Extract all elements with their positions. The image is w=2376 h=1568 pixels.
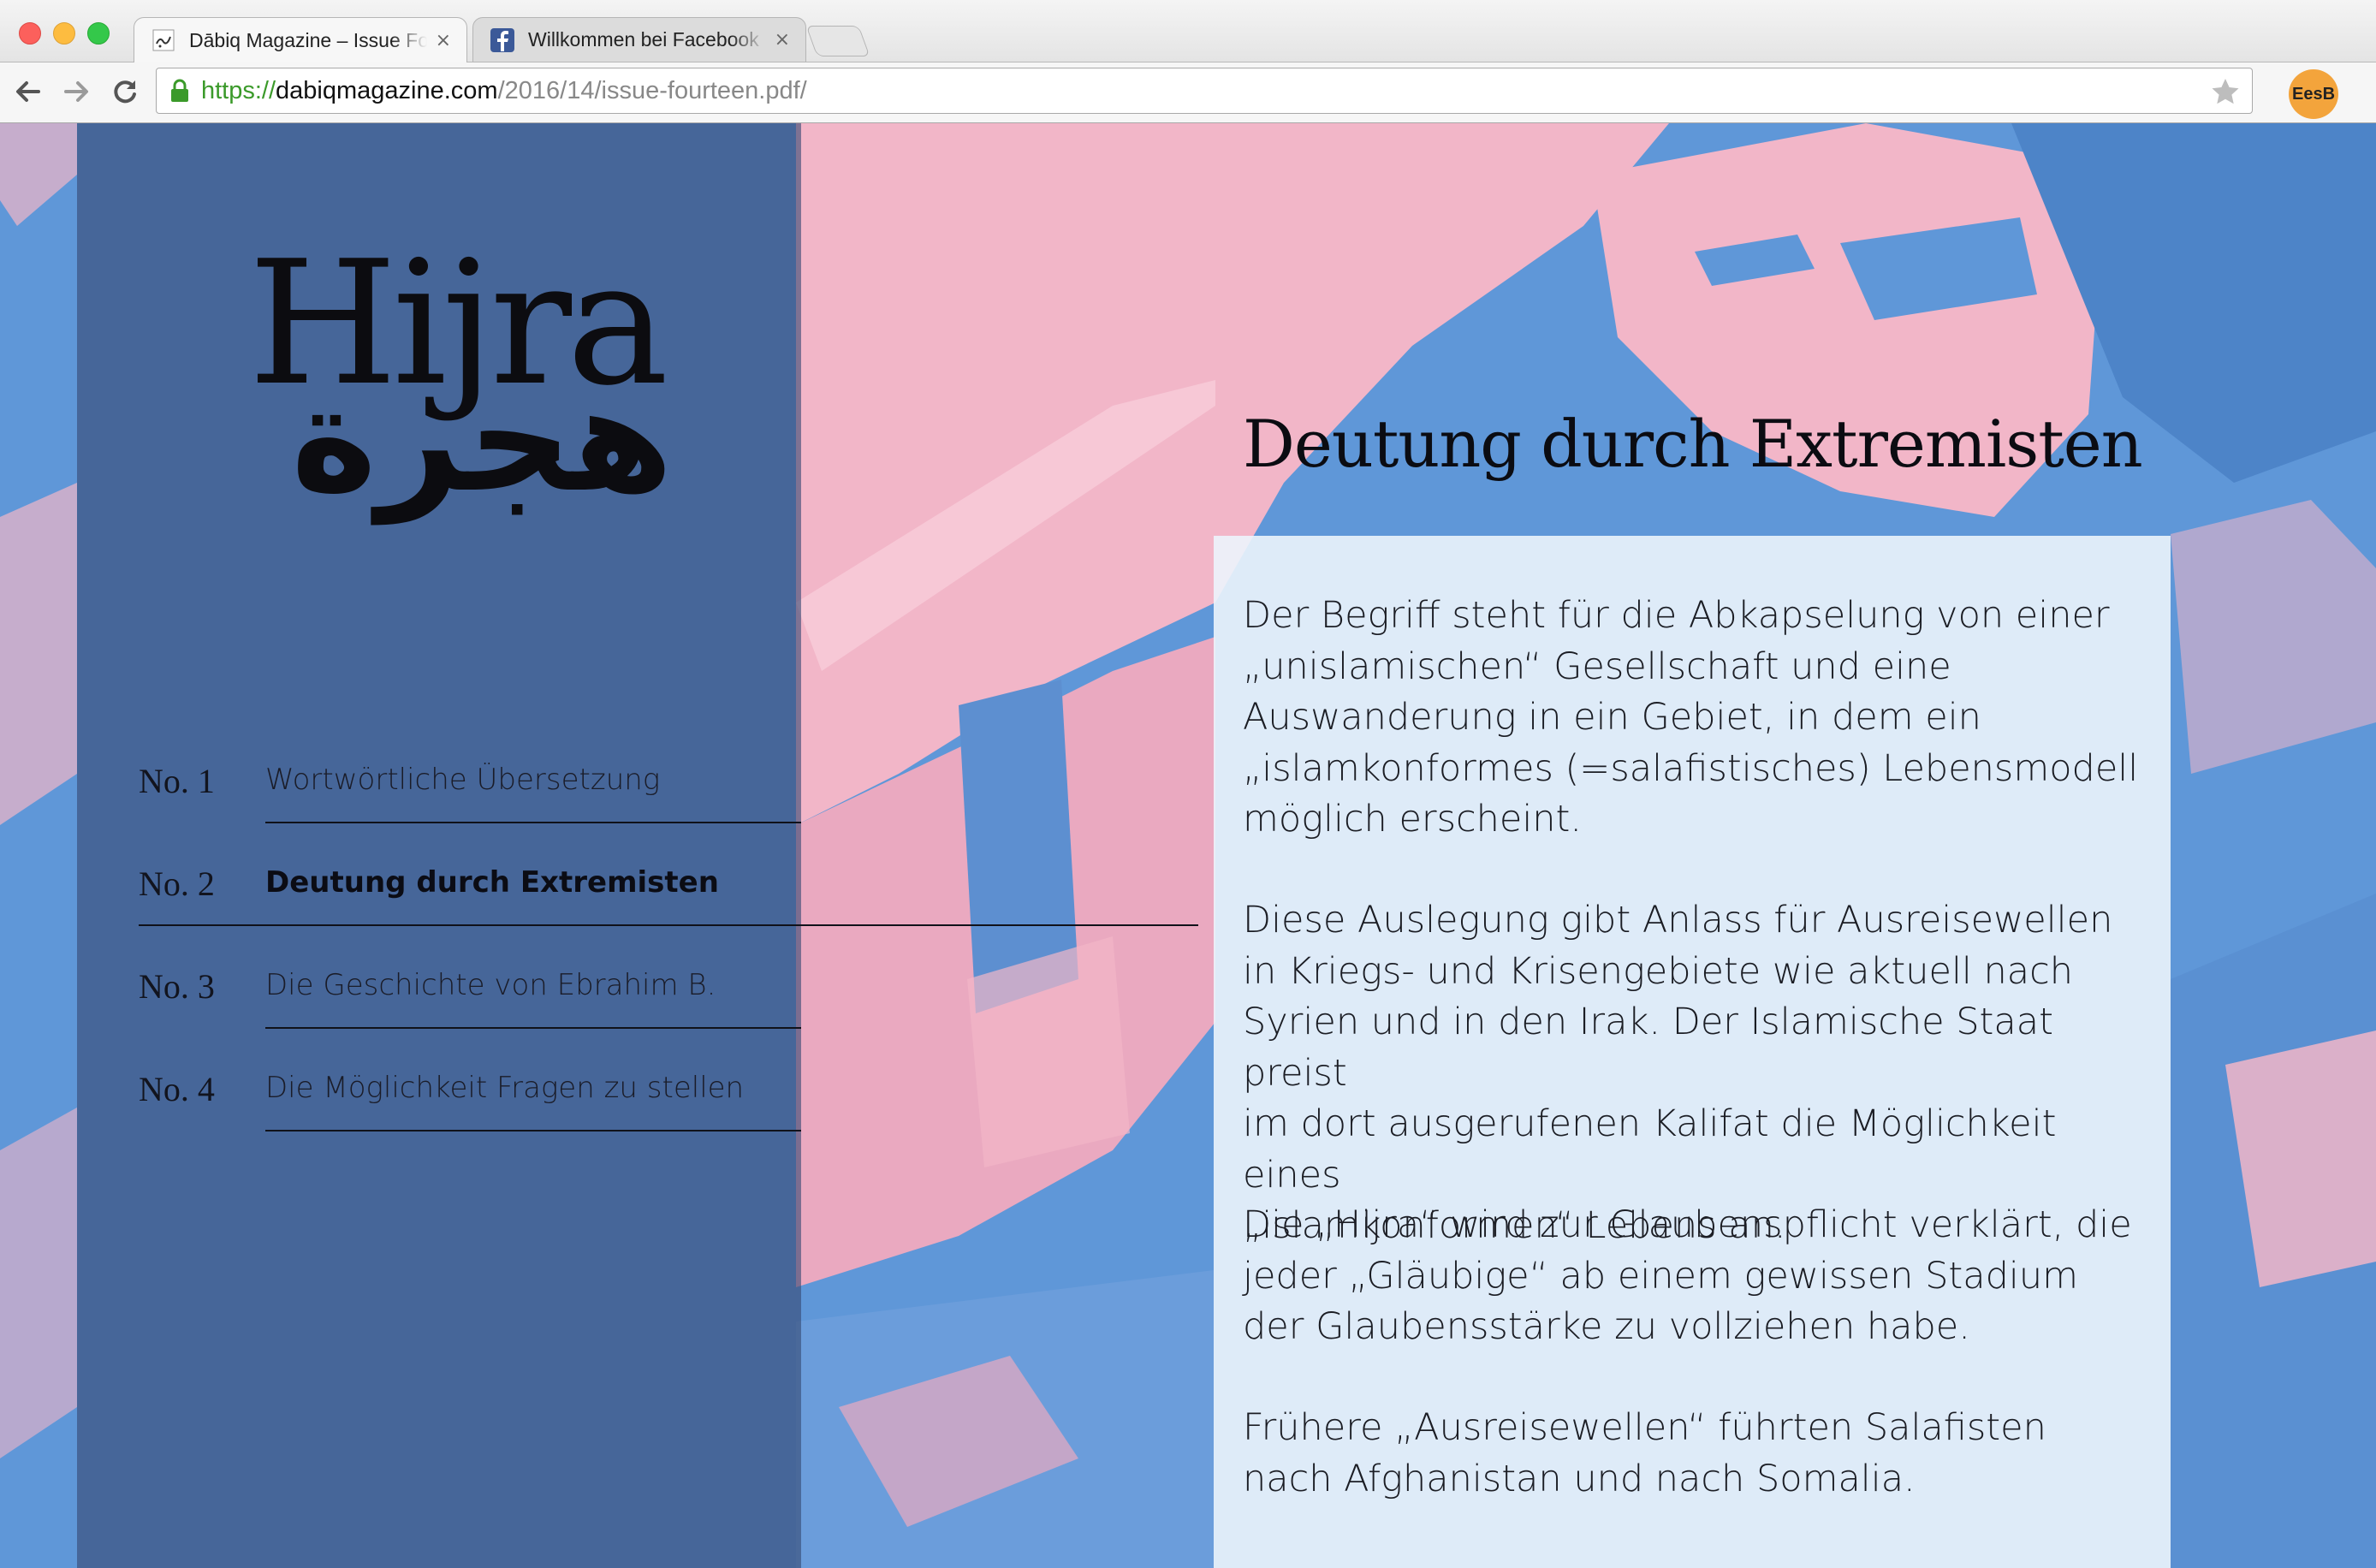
url-scheme: https:// (201, 76, 276, 104)
reload-button[interactable] (108, 74, 142, 109)
nav-divider (265, 1130, 801, 1131)
paragraph-4: Frühere „Ausreisewellen“ führten Salafis… (1243, 1403, 2150, 1505)
tab-title: Dābiq Magazine – Issue Fourteen (189, 28, 427, 51)
nav-number: No. 3 (139, 967, 215, 1006)
address-bar[interactable]: https://dabiqmagazine.com/2016/14/issue-… (156, 68, 2253, 114)
url-host: dabiqmagazine.com (276, 76, 498, 104)
text-line: Der Begriff steht für die Abkapselung vo… (1243, 594, 2110, 637)
profile-avatar[interactable]: EesB (2289, 69, 2338, 119)
paragraph-3: Die „Hijra“ wird zur Glaubenspflicht ver… (1243, 1200, 2150, 1353)
tab-facebook[interactable]: Willkommen bei Facebook × (472, 17, 806, 62)
text-line: Auswanderung in ein Gebiet, in dem ein (1243, 696, 1981, 739)
back-button[interactable] (10, 74, 45, 109)
text-line: der Glaubensstärke zu vollziehen habe. (1243, 1305, 1970, 1348)
lock-icon (171, 79, 188, 102)
text-line: möglich erscheint. (1243, 798, 1583, 840)
url-text: https://dabiqmagazine.com/2016/14/issue-… (201, 77, 807, 105)
nav-label: Die Geschichte von Ebrahim B. (265, 968, 716, 1002)
text-line: jeder „Gläubige“ ab einem gewissen Stadi… (1243, 1254, 2078, 1298)
close-tab-icon[interactable]: × (436, 30, 451, 51)
nav-divider (265, 1027, 801, 1029)
close-tab-icon[interactable]: × (775, 29, 790, 50)
tab-title: Willkommen bei Facebook (528, 28, 759, 50)
minimize-window-button[interactable] (53, 22, 75, 45)
nav-label: Die Möglichkeit Fragen zu stellen (265, 1071, 745, 1105)
bookmark-star-icon[interactable] (2211, 77, 2240, 106)
text-line: Diese Auslegung gibt Anlass für Ausreise… (1243, 899, 2113, 941)
hijra-arabic-logo: هجرة (291, 355, 674, 525)
nav-label: Wortwörtliche Übersetzung (265, 763, 661, 797)
text-line: Syrien und in den Irak. Der Islamische S… (1243, 1001, 2053, 1095)
url-path: /2016/14/issue-fourteen.pdf/ (497, 76, 807, 104)
paragraph-2: Diese Auslegung gibt Anlass für Ausreise… (1243, 895, 2150, 1252)
nav-divider (265, 822, 801, 823)
text-line: nach Afghanistan und nach Somalia. (1243, 1457, 1916, 1500)
dabiq-favicon-icon (151, 28, 175, 52)
paragraph-1: Der Begriff steht für die Abkapselung vo… (1243, 591, 2150, 846)
close-window-button[interactable] (19, 22, 41, 45)
text-line: in Kriegs- und Krisengebiete wie aktuell… (1243, 949, 2073, 993)
browser-titlebar: Dābiq Magazine – Issue Fourteen × Willko… (0, 0, 2376, 62)
nav-number: No. 4 (139, 1070, 215, 1108)
reload-icon (114, 80, 136, 104)
text-line: Die „Hijra“ wird zur Glaubenspflicht ver… (1243, 1203, 2132, 1246)
tab-dabiq-magazine[interactable]: Dābiq Magazine – Issue Fourteen × (134, 17, 467, 62)
zoom-window-button[interactable] (87, 22, 110, 45)
nav-label: Deutung durch Extremisten (265, 865, 719, 900)
arrow-left-icon (16, 81, 40, 102)
text-line: Frühere „Ausreisewellen“ führten Salafis… (1243, 1406, 2046, 1449)
page-viewport: Hijra هجرة No. 1 Wortwörtliche Übersetzu… (0, 123, 2376, 1568)
section-heading: Deutung durch Extremisten (1243, 406, 2143, 482)
text-line: „unislamischen“ Gesellschaft und eine (1243, 644, 1951, 688)
browser-toolbar: https://dabiqmagazine.com/2016/14/issue-… (0, 62, 2376, 123)
text-line: im dort ausgerufenen Kalifat die Möglich… (1243, 1102, 2057, 1197)
nav-number: No. 2 (139, 864, 215, 903)
new-tab-button[interactable] (805, 26, 870, 56)
nav-divider-active (139, 924, 1198, 926)
nav-number: No. 1 (139, 762, 215, 800)
arrow-right-icon (64, 81, 88, 102)
facebook-icon (490, 27, 514, 52)
text-line: „islamkonformes (=salafistisches) Lebens… (1243, 746, 2139, 790)
text-card: Der Begriff steht für die Abkapselung vo… (1214, 536, 2171, 1568)
forward-button[interactable] (60, 74, 94, 109)
